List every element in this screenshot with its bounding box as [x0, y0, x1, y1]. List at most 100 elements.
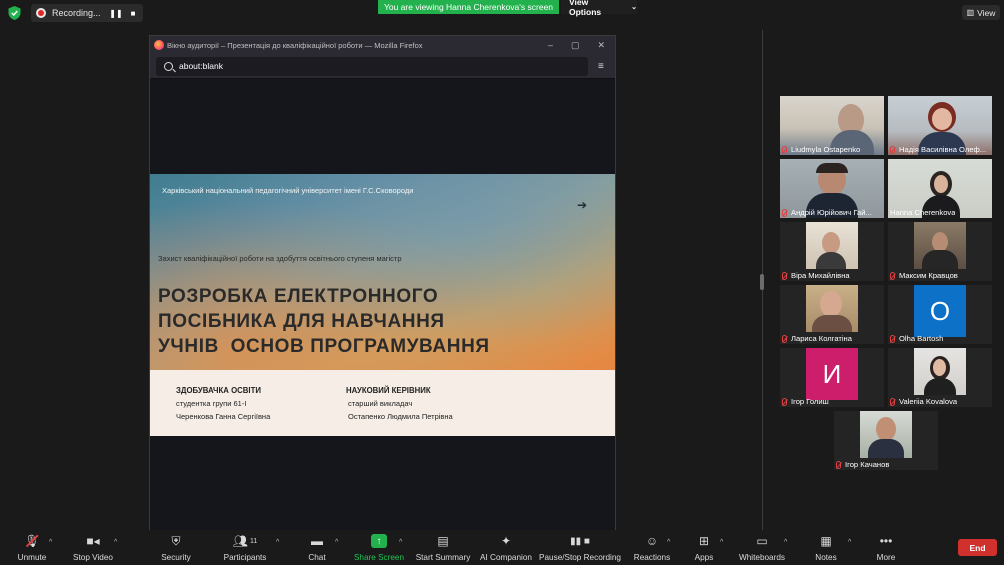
participant-video — [914, 348, 966, 395]
more-label: More — [876, 553, 896, 562]
start-summary-label: Start Summary — [415, 553, 471, 562]
slide-authors-panel: ЗДОБУВАЧКА ОСВІТИ студентка групи 61-І Ч… — [150, 370, 615, 436]
participant-name: Hanna Cherenkova — [890, 208, 956, 217]
meeting-toolbar: 🎙︎ Unmute ^ ■◂ Stop Video ^ ⛨ Security 👥… — [0, 530, 1004, 565]
student-group: студентка групи 61-І — [176, 399, 247, 408]
participant-name: Андрій Юрійович Гай... — [782, 208, 872, 217]
student-heading: ЗДОБУВАЧКА ОСВІТИ — [176, 386, 261, 395]
sparkle-icon: ✦ — [500, 534, 512, 548]
participants-options-caret-icon[interactable]: ^ — [276, 539, 279, 546]
whiteboards-label: Whiteboards — [739, 553, 785, 562]
whiteboard-icon: ▭ — [756, 534, 768, 548]
participants-button[interactable]: 👥︎ 11 Participants — [218, 530, 272, 565]
apps-button[interactable]: ⊞ Apps — [690, 530, 718, 565]
view-button[interactable]: ▥ View — [962, 5, 1000, 20]
stop-recording-icon[interactable]: ■ — [126, 6, 140, 20]
supervisor-name: Остапенко Людмила Петрівна — [348, 412, 453, 421]
summary-document-icon: ▤ — [437, 534, 449, 548]
participant-tile[interactable]: Лариса Колгатіна — [780, 285, 884, 344]
pause-stop-recording-label: Pause/Stop Recording — [539, 553, 621, 562]
notes-options-caret-icon[interactable]: ^ — [848, 539, 851, 546]
security-label: Security — [161, 553, 191, 562]
participant-tile[interactable]: Valeriia Kovalova — [888, 348, 992, 407]
notes-button[interactable]: ▦ Notes — [812, 530, 840, 565]
viewing-screen-banner: You are viewing Hanna Cherenkova's scree… — [378, 0, 559, 14]
end-meeting-button[interactable]: End — [958, 539, 997, 556]
recording-icon — [36, 8, 46, 18]
mic-muted-icon — [890, 397, 895, 406]
shield-icon: ⛨ — [171, 533, 181, 548]
audio-options-caret-icon[interactable]: ^ — [49, 539, 52, 546]
mic-muted-icon — [782, 208, 787, 217]
reactions-button[interactable]: ☺ Reactions — [632, 530, 672, 565]
participant-tile[interactable]: Ігор Качанов — [834, 411, 938, 470]
microphone-muted-icon: 🎙︎ — [24, 534, 40, 548]
grid-view-icon: ▥ — [966, 8, 975, 17]
participant-avatar: И — [806, 348, 858, 400]
search-icon — [164, 61, 173, 71]
security-button[interactable]: ⛨ Security — [156, 530, 196, 565]
more-button[interactable]: ••• More — [870, 530, 902, 565]
mic-muted-icon — [890, 334, 895, 343]
pause-recording-icon[interactable]: ❚❚ — [109, 6, 123, 20]
minimize-icon[interactable]: – — [548, 40, 553, 51]
top-bar: Recording... ❚❚ ■ You are viewing Hanna … — [0, 0, 1004, 26]
participant-tile[interactable]: Максим Кравцов — [888, 222, 992, 281]
unmute-label: Unmute — [17, 553, 47, 562]
resize-handle[interactable] — [760, 274, 764, 290]
share-screen-button[interactable]: ↑ Share Screen — [352, 530, 406, 565]
view-options-button[interactable]: View Options ⌄ — [561, 0, 637, 17]
participants-label: Participants — [223, 553, 267, 562]
apps-options-caret-icon[interactable]: ^ — [720, 539, 723, 546]
participant-name: Ігор Качанов — [836, 460, 889, 469]
participant-tile-active-speaker[interactable]: Hanna Cherenkova — [888, 159, 992, 218]
participant-tile[interactable]: Liudmyla Ostapenko — [780, 96, 884, 155]
hamburger-menu-icon[interactable]: ≡ — [598, 61, 604, 72]
reactions-label: Reactions — [633, 553, 671, 562]
participant-tile[interactable]: Андрій Юрійович Гай... — [780, 159, 884, 218]
participant-tile[interactable]: И Ігор Голиш — [780, 348, 884, 407]
recording-indicator: Recording... ❚❚ ■ — [31, 4, 143, 22]
mic-muted-icon — [890, 145, 895, 154]
mic-muted-icon — [782, 334, 787, 343]
address-bar[interactable]: about:blank — [156, 56, 588, 76]
share-options-caret-icon[interactable]: ^ — [399, 539, 402, 546]
participant-name: Valeriia Kovalova — [890, 397, 957, 406]
shared-browser-window: Вікно аудиторії – Презентація до кваліфі… — [149, 35, 616, 530]
chat-button[interactable]: ▬ Chat — [302, 530, 332, 565]
chat-options-caret-icon[interactable]: ^ — [335, 539, 338, 546]
student-info: ЗДОБУВАЧКА ОСВІТИ студентка групи 61-І Ч… — [176, 384, 270, 423]
maximize-icon[interactable]: ▢ — [571, 40, 580, 51]
pause-stop-recording-button[interactable]: ▮▮ ■ Pause/Stop Recording — [538, 530, 622, 565]
unmute-button[interactable]: 🎙︎ Unmute — [12, 530, 52, 565]
security-shield-icon[interactable] — [8, 6, 21, 20]
browser-title-bar: Вікно аудиторії – Презентація до кваліфі… — [150, 36, 615, 54]
student-name: Черенкова Ганна Сергіївна — [176, 412, 271, 421]
view-options-label: View Options — [569, 0, 602, 17]
chat-bubble-icon: ▬ — [311, 534, 323, 548]
whiteboards-button[interactable]: ▭ Whiteboards — [736, 530, 788, 565]
start-summary-button[interactable]: ▤ Start Summary — [414, 530, 472, 565]
browser-toolbar: about:blank ≡ — [150, 54, 615, 79]
participant-tile[interactable]: Віра Михайлівна — [780, 222, 884, 281]
participant-name: Надія Василівна Олеф... — [890, 145, 986, 154]
video-options-caret-icon[interactable]: ^ — [114, 539, 117, 546]
slide-title-line: учнів основ програмування — [158, 336, 490, 357]
close-icon[interactable]: ✕ — [597, 40, 605, 51]
mic-muted-icon — [782, 397, 787, 406]
recording-label: Recording... — [52, 8, 101, 18]
participant-video — [806, 285, 858, 332]
participant-avatar: O — [914, 285, 966, 337]
reaction-emoji-icon: ☺ — [645, 534, 659, 548]
reactions-options-caret-icon[interactable]: ^ — [667, 539, 670, 546]
browser-content: Харківський національний педагогічний ун… — [150, 79, 615, 530]
participant-tile[interactable]: O Olha Bartosh — [888, 285, 992, 344]
mic-muted-icon — [890, 271, 895, 280]
video-camera-icon: ■◂ — [86, 534, 100, 548]
firefox-logo-icon — [154, 40, 164, 50]
slide-university: Харківський національний педагогічний ун… — [162, 186, 414, 195]
participant-tile[interactable]: Надія Василівна Олеф... — [888, 96, 992, 155]
whiteboards-options-caret-icon[interactable]: ^ — [784, 539, 787, 546]
stop-video-button[interactable]: ■◂ Stop Video — [70, 530, 116, 565]
ai-companion-button[interactable]: ✦ AI Companion — [478, 530, 534, 565]
